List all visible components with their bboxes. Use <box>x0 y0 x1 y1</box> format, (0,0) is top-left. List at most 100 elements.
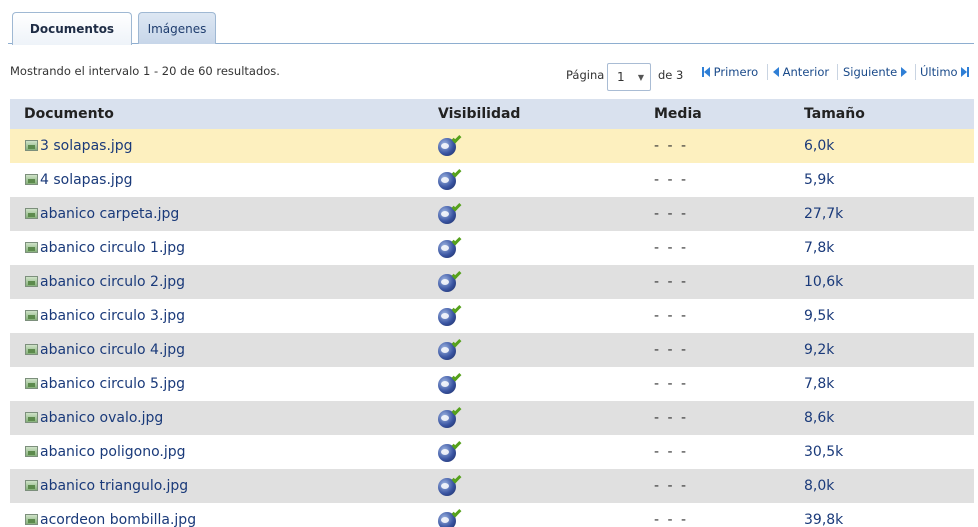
document-cell: abanico triangulo.jpg <box>10 469 424 503</box>
table-row[interactable]: abanico carpeta.jpg - - - 27,7k <box>10 197 974 231</box>
public-globe-icon <box>438 473 462 496</box>
tab-bar: Documentos Imágenes <box>8 0 974 45</box>
document-cell: abanico circulo 2.jpg <box>10 265 424 299</box>
size-cell: 7,8k <box>804 376 835 392</box>
document-link[interactable]: 3 solapas.jpg <box>40 138 133 154</box>
tab-documentos[interactable]: Documentos <box>12 12 132 45</box>
visibility-cell <box>424 367 640 401</box>
column-header-media[interactable]: Media <box>640 99 790 129</box>
document-link[interactable]: abanico ovalo.jpg <box>40 410 163 426</box>
media-cell: - - - <box>654 342 689 358</box>
image-file-icon <box>25 208 38 219</box>
document-cell: abanico poligono.jpg <box>10 435 424 469</box>
document-link[interactable]: abanico circulo 2.jpg <box>40 274 185 290</box>
media-cell: - - - <box>654 410 689 426</box>
image-file-icon <box>25 174 38 185</box>
page-count: de 3 <box>658 68 684 82</box>
results-summary: Mostrando el intervalo 1 - 20 de 60 resu… <box>10 64 280 78</box>
next-page-link[interactable]: Siguiente <box>843 65 907 79</box>
document-link[interactable]: abanico poligono.jpg <box>40 444 186 460</box>
document-link[interactable]: abanico circulo 1.jpg <box>40 240 185 256</box>
document-link[interactable]: abanico triangulo.jpg <box>40 478 188 494</box>
visibility-cell <box>424 435 640 469</box>
document-link[interactable]: 4 solapas.jpg <box>40 172 133 188</box>
table-row[interactable]: abanico circulo 1.jpg - - - 7,8k <box>10 231 974 265</box>
table-row[interactable]: abanico circulo 2.jpg - - - 10,6k <box>10 265 974 299</box>
size-cell: 9,2k <box>804 342 835 358</box>
visibility-cell <box>424 231 640 265</box>
document-cell: abanico ovalo.jpg <box>10 401 424 435</box>
image-file-icon <box>25 140 38 151</box>
table-row[interactable]: abanico ovalo.jpg - - - 8,6k <box>10 401 974 435</box>
size-cell: 8,6k <box>804 410 835 426</box>
public-globe-icon <box>438 507 462 527</box>
document-link[interactable]: abanico carpeta.jpg <box>40 206 179 222</box>
visibility-cell <box>424 265 640 299</box>
table-row[interactable]: abanico circulo 3.jpg - - - 9,5k <box>10 299 974 333</box>
image-file-icon <box>25 446 38 457</box>
table-header-row: Documento Visibilidad Media Tamaño <box>10 99 974 129</box>
image-file-icon <box>25 378 38 389</box>
first-page-link[interactable]: Primero <box>702 65 758 79</box>
public-globe-icon <box>438 371 462 394</box>
visibility-cell <box>424 401 640 435</box>
document-cell: abanico circulo 5.jpg <box>10 367 424 401</box>
documents-table: Documento Visibilidad Media Tamaño 3 sol… <box>10 99 974 527</box>
table-row[interactable]: abanico triangulo.jpg - - - 8,0k <box>10 469 974 503</box>
divider <box>837 64 838 80</box>
size-cell: 30,5k <box>804 444 844 460</box>
table-row[interactable]: abanico poligono.jpg - - - 30,5k <box>10 435 974 469</box>
table-row[interactable]: abanico circulo 5.jpg - - - 7,8k <box>10 367 974 401</box>
last-page-link[interactable]: Último <box>920 65 970 79</box>
document-link[interactable]: acordeon bombilla.jpg <box>40 512 196 527</box>
public-globe-icon <box>438 235 462 258</box>
image-file-icon <box>25 310 38 321</box>
media-cell: - - - <box>654 478 689 494</box>
visibility-cell <box>424 333 640 367</box>
document-link[interactable]: abanico circulo 5.jpg <box>40 376 185 392</box>
image-file-icon <box>25 514 38 525</box>
page-label: Página <box>566 68 605 82</box>
image-file-icon <box>25 276 38 287</box>
size-cell: 39,8k <box>804 512 844 527</box>
public-globe-icon <box>438 303 462 326</box>
document-cell: 4 solapas.jpg <box>10 163 424 197</box>
visibility-cell <box>424 469 640 503</box>
column-header-documento[interactable]: Documento <box>10 99 424 129</box>
media-cell: - - - <box>654 308 689 324</box>
size-cell: 5,9k <box>804 172 835 188</box>
table-row[interactable]: 3 solapas.jpg - - - 6,0k <box>10 129 974 163</box>
visibility-cell <box>424 163 640 197</box>
document-link[interactable]: abanico circulo 3.jpg <box>40 308 185 324</box>
visibility-cell <box>424 129 640 163</box>
divider <box>915 64 916 80</box>
column-header-tamano[interactable]: Tamaño <box>790 99 974 129</box>
visibility-cell <box>424 197 640 231</box>
document-cell: abanico carpeta.jpg <box>10 197 424 231</box>
table-row[interactable]: abanico circulo 4.jpg - - - 9,2k <box>10 333 974 367</box>
size-cell: 8,0k <box>804 478 835 494</box>
size-cell: 27,7k <box>804 206 844 222</box>
media-cell: - - - <box>654 206 689 222</box>
tab-imagenes[interactable]: Imágenes <box>138 12 216 44</box>
visibility-cell <box>424 299 640 333</box>
size-cell: 9,5k <box>804 308 835 324</box>
column-header-visibilidad[interactable]: Visibilidad <box>424 99 640 129</box>
public-globe-icon <box>438 201 462 224</box>
document-link[interactable]: abanico circulo 4.jpg <box>40 342 185 358</box>
size-cell: 10,6k <box>804 274 844 290</box>
size-cell: 7,8k <box>804 240 835 256</box>
public-globe-icon <box>438 337 462 360</box>
public-globe-icon <box>438 269 462 292</box>
document-cell: abanico circulo 4.jpg <box>10 333 424 367</box>
image-file-icon <box>25 480 38 491</box>
table-row[interactable]: 4 solapas.jpg - - - 5,9k <box>10 163 974 197</box>
page-select[interactable]: 1 ▼ <box>607 63 651 91</box>
public-globe-icon <box>438 405 462 428</box>
previous-page-link[interactable]: Anterior <box>773 65 829 79</box>
size-cell: 6,0k <box>804 138 835 154</box>
media-cell: - - - <box>654 274 689 290</box>
media-cell: - - - <box>654 512 689 527</box>
image-file-icon <box>25 242 38 253</box>
table-row[interactable]: acordeon bombilla.jpg - - - 39,8k <box>10 503 974 527</box>
